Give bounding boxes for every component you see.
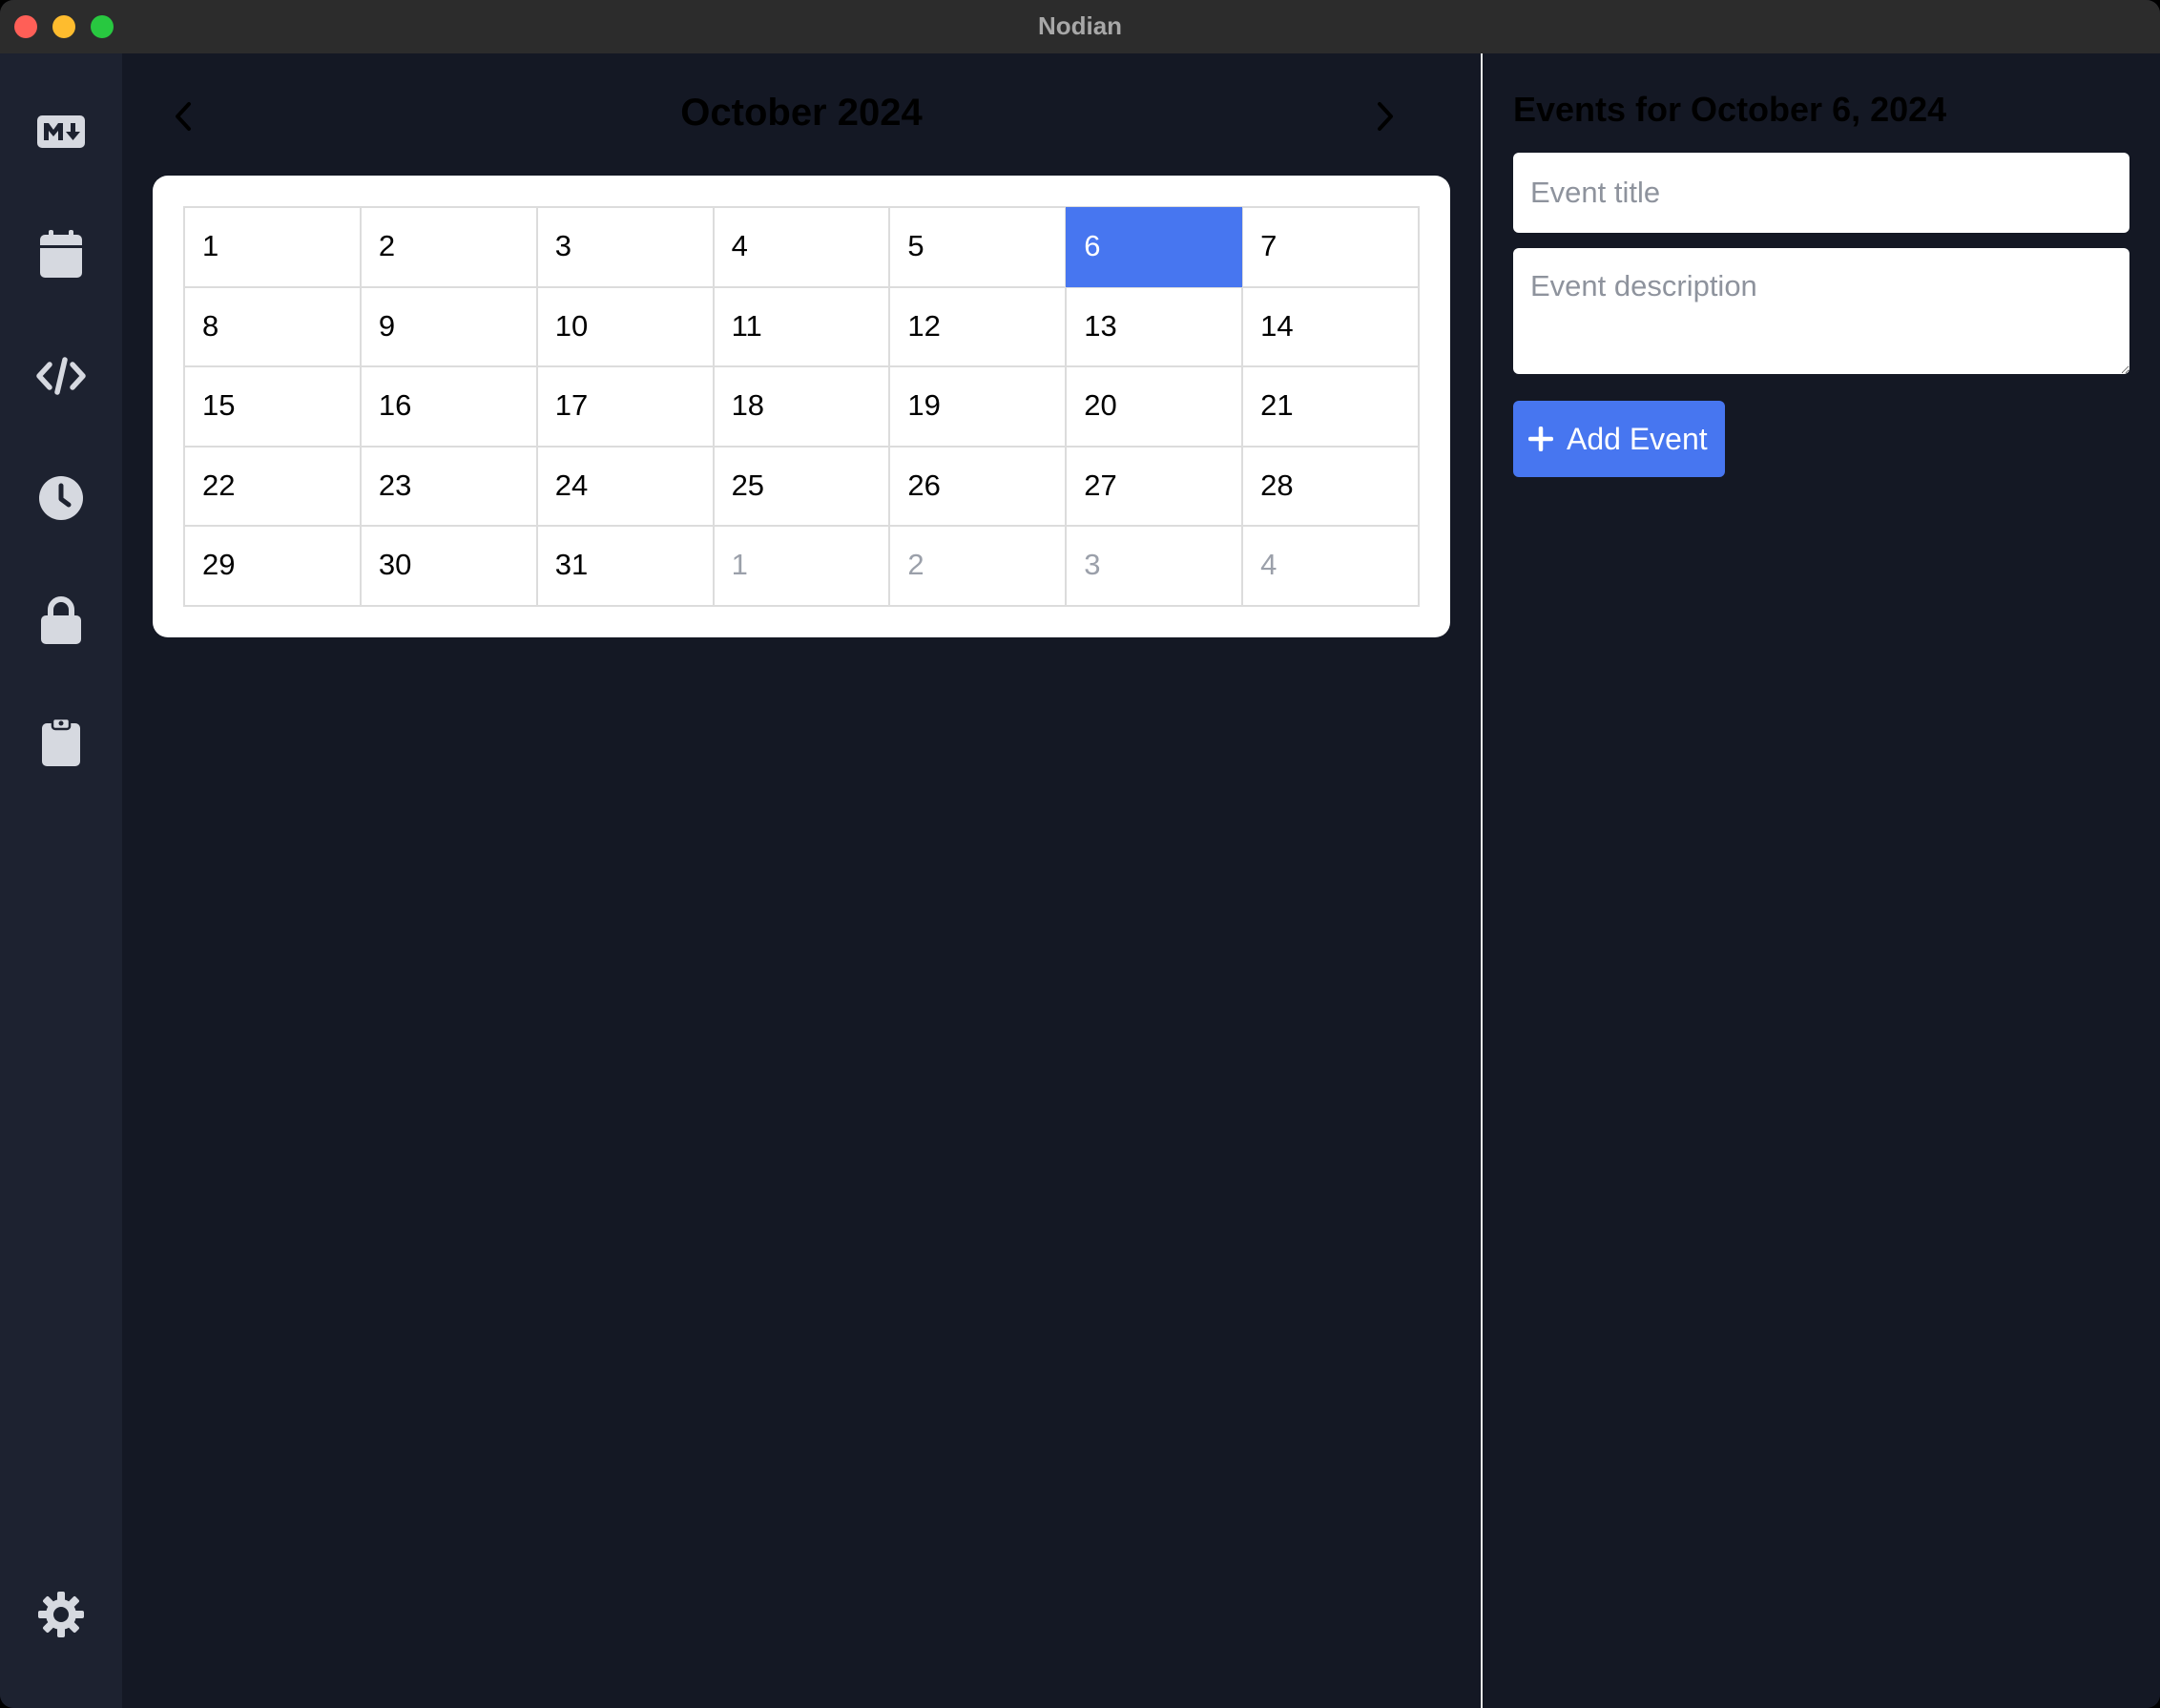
day-cell[interactable]: 1 xyxy=(713,526,890,606)
calendar-grid: 1 2 3 4 5 6 7 8 9 10 11 12 13 14 15 16 17 18 19 20 21 22 23 24 2… xyxy=(183,206,1420,607)
chevron-right-icon[interactable] xyxy=(1362,94,1408,139)
day-cell[interactable]: 18 xyxy=(713,366,890,447)
add-event-label: Add Event xyxy=(1567,421,1708,456)
window-title: Nodian xyxy=(1037,11,1123,40)
calendar-icon[interactable] xyxy=(31,223,92,284)
day-cell[interactable]: 1 xyxy=(184,207,361,287)
day-cell[interactable]: 4 xyxy=(1242,526,1419,606)
day-cell[interactable]: 19 xyxy=(889,366,1067,447)
day-cell[interactable]: 10 xyxy=(536,286,714,367)
day-cell[interactable]: 3 xyxy=(536,207,714,287)
day-cell[interactable]: 27 xyxy=(1066,446,1243,527)
day-cell[interactable]: 21 xyxy=(1242,366,1419,447)
clipboard-icon[interactable] xyxy=(31,712,92,773)
day-cell[interactable]: 16 xyxy=(360,366,537,447)
day-cell[interactable]: 29 xyxy=(184,526,361,606)
day-cell[interactable]: 23 xyxy=(360,446,537,527)
day-cell[interactable]: 20 xyxy=(1066,366,1243,447)
day-cell[interactable]: 14 xyxy=(1242,286,1419,367)
day-cell[interactable]: 24 xyxy=(536,446,714,527)
month-title: October 2024 xyxy=(680,92,923,134)
lock-icon[interactable] xyxy=(31,590,92,651)
app-window: Nodian October 2024 1 2 3 4 5 6 7 8 9 10… xyxy=(0,0,2160,1708)
day-cell[interactable]: 7 xyxy=(1242,207,1419,287)
day-cell[interactable]: 3 xyxy=(1066,526,1243,606)
day-cell[interactable]: 28 xyxy=(1242,446,1419,527)
day-cell[interactable]: 13 xyxy=(1066,286,1243,367)
day-cell[interactable]: 25 xyxy=(713,446,890,527)
day-cell[interactable]: 2 xyxy=(360,207,537,287)
day-cell[interactable]: 12 xyxy=(889,286,1067,367)
day-cell[interactable]: 5 xyxy=(889,207,1067,287)
day-cell-selected[interactable]: 6 xyxy=(1066,207,1243,287)
title-bar: Nodian xyxy=(0,0,2160,54)
day-cell[interactable]: 9 xyxy=(360,286,537,367)
calendar-card: 1 2 3 4 5 6 7 8 9 10 11 12 13 14 15 16 17 18 19 20 21 22 23 24 2… xyxy=(153,176,1450,637)
day-cell[interactable]: 26 xyxy=(889,446,1067,527)
day-cell[interactable]: 11 xyxy=(713,286,890,367)
day-cell[interactable]: 8 xyxy=(184,286,361,367)
add-event-button[interactable]: Add Event xyxy=(1513,401,1725,477)
day-cell[interactable]: 15 xyxy=(184,366,361,447)
sidebar xyxy=(0,53,122,1708)
day-cell[interactable]: 30 xyxy=(360,526,537,606)
day-cell[interactable]: 31 xyxy=(536,526,714,606)
code-icon[interactable] xyxy=(31,345,92,406)
plus-icon xyxy=(1528,427,1553,451)
event-description-input[interactable] xyxy=(1513,248,2129,374)
markdown-icon[interactable] xyxy=(31,101,92,162)
day-cell[interactable]: 4 xyxy=(713,207,890,287)
events-heading: Events for October 6, 2024 xyxy=(1513,90,1947,129)
day-cell[interactable]: 2 xyxy=(889,526,1067,606)
event-title-input[interactable] xyxy=(1513,153,2129,233)
day-cell[interactable]: 22 xyxy=(184,446,361,527)
gear-icon[interactable] xyxy=(31,1584,92,1645)
clock-icon[interactable] xyxy=(31,468,92,529)
calendar-view: October 2024 1 2 3 4 5 6 7 8 9 10 11 12 13 14 15 16 17 18… xyxy=(122,53,1481,1708)
events-panel: Events for October 6, 2024 Add Event xyxy=(1483,53,2160,1708)
day-cell[interactable]: 17 xyxy=(536,366,714,447)
